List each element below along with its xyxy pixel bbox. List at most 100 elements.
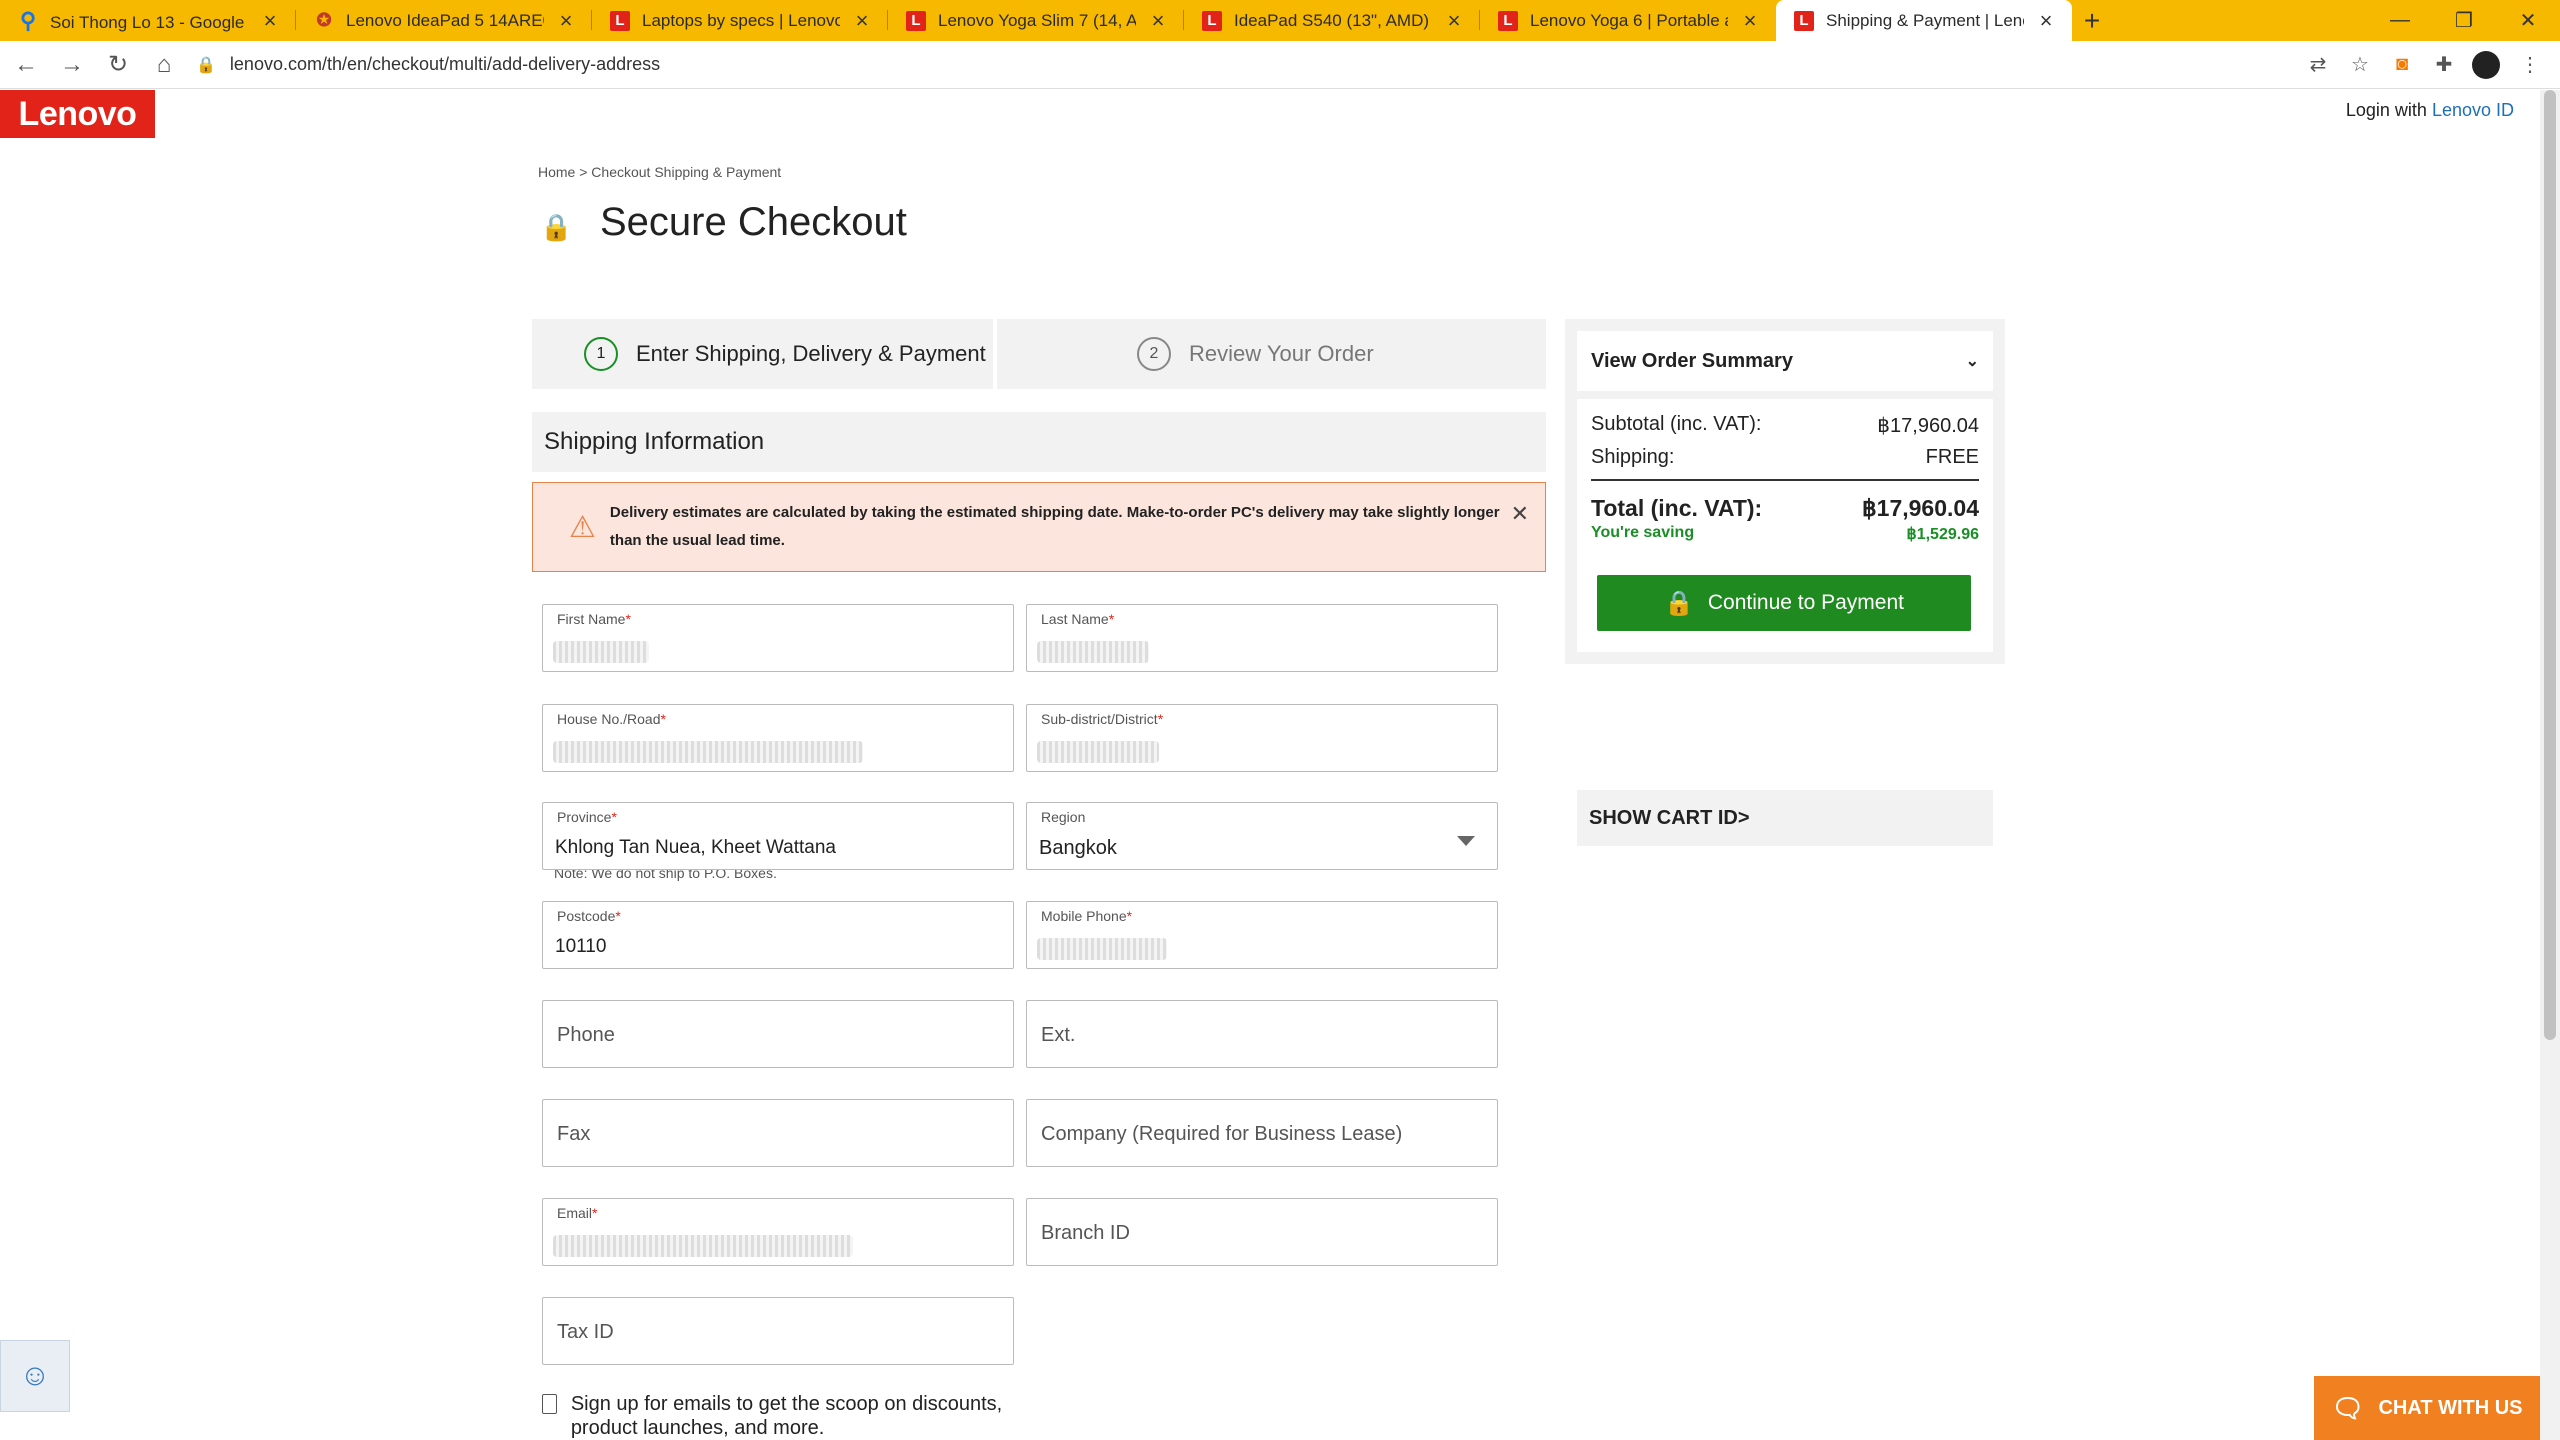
province-value: Khlong Tan Nuea, Kheet Wattana bbox=[555, 837, 836, 858]
total-label: Total (inc. VAT): bbox=[1591, 495, 1763, 521]
close-icon[interactable]: ✕ bbox=[1511, 501, 1529, 527]
last-name-field[interactable]: Last Name* bbox=[1026, 604, 1498, 672]
close-icon[interactable]: × bbox=[258, 8, 282, 34]
continue-to-payment-button[interactable]: 🔒 Continue to Payment bbox=[1597, 575, 1971, 631]
browser-tab[interactable]: L Lenovo Yoga 6 | Portable and po × bbox=[1480, 0, 1776, 41]
lenovo-icon: L bbox=[1498, 10, 1518, 31]
scrollbar-thumb[interactable] bbox=[2544, 90, 2556, 1040]
mobile-phone-field[interactable]: Mobile Phone* bbox=[1026, 901, 1498, 969]
alert-message: Delivery estimates are calculated by tak… bbox=[609, 504, 1500, 549]
close-window-icon[interactable]: ✕ bbox=[2496, 0, 2560, 41]
browser-tab-active[interactable]: L Shipping & Payment | Lenovo Th × bbox=[1776, 0, 2072, 41]
extensions-icon[interactable]: ✚ bbox=[2424, 45, 2464, 85]
reload-icon[interactable]: ↻ bbox=[98, 45, 138, 85]
page-title: Secure Checkout bbox=[600, 200, 907, 244]
first-name-field[interactable]: First Name* bbox=[542, 604, 1014, 672]
chat-with-us-button[interactable]: 🗨 CHAT WITH US bbox=[2314, 1376, 2540, 1440]
summary-heading: View Order Summary bbox=[1591, 349, 1793, 372]
tab-title: IdeaPad S540 (13", AMD) | Stylish bbox=[1234, 10, 1432, 30]
chat-label: CHAT WITH US bbox=[2378, 1396, 2523, 1419]
lenovo-icon: L bbox=[906, 10, 926, 31]
new-tab-button[interactable]: + bbox=[2072, 0, 2112, 41]
browser-tab-strip: ⚲ Soi Thong Lo 13 - Google マップ × ✪ Lenov… bbox=[0, 0, 2560, 41]
browser-tab[interactable]: L Lenovo Yoga Slim 7 (14, AMD) | S × bbox=[888, 0, 1184, 41]
company-placeholder: Company (Required for Business Lease) bbox=[1041, 1123, 1403, 1145]
field-label: Region bbox=[1041, 809, 1086, 825]
email-field[interactable]: Email* bbox=[542, 1198, 1014, 1266]
field-label: Province bbox=[557, 809, 612, 825]
login-link-area: Login with Lenovo ID bbox=[2346, 100, 2514, 121]
close-icon[interactable]: × bbox=[1738, 8, 1762, 34]
phone-field[interactable]: Phone bbox=[542, 1000, 1014, 1068]
region-value: Bangkok bbox=[1039, 837, 1117, 859]
browser-tab[interactable]: ⚲ Soi Thong Lo 13 - Google マップ × bbox=[0, 0, 296, 41]
close-icon[interactable]: × bbox=[850, 8, 874, 34]
browser-tab[interactable]: ✪ Lenovo IdeaPad 5 14ARE05 in re × bbox=[296, 0, 592, 41]
lenovo-icon: L bbox=[1794, 10, 1814, 31]
url-bar[interactable]: 🔒 lenovo.com/th/en/checkout/multi/add-de… bbox=[196, 47, 2296, 83]
close-icon[interactable]: × bbox=[1442, 8, 1466, 34]
required-mark: * bbox=[1108, 611, 1115, 627]
subdistrict-field[interactable]: Sub-district/District* bbox=[1026, 704, 1498, 772]
required-mark: * bbox=[611, 809, 617, 825]
taxid-placeholder: Tax ID bbox=[557, 1321, 614, 1343]
signup-checkbox[interactable] bbox=[542, 1394, 557, 1414]
menu-kebab-icon[interactable]: ⋮ bbox=[2510, 45, 2550, 85]
branch-id-field[interactable]: Branch ID bbox=[1026, 1198, 1498, 1266]
section-title: Shipping Information bbox=[532, 412, 1546, 472]
rss-icon[interactable]: ◙ bbox=[2382, 45, 2422, 85]
translate-icon[interactable]: ⇄ bbox=[2298, 45, 2338, 85]
close-icon[interactable]: × bbox=[2034, 8, 2058, 34]
step-number: 1 bbox=[584, 337, 618, 371]
chat-bubble-icon: 🗨 bbox=[2331, 1392, 2365, 1423]
field-label: Last Name bbox=[1041, 611, 1109, 627]
star-icon[interactable]: ☆ bbox=[2340, 45, 2380, 85]
lenovo-id-link[interactable]: Lenovo ID bbox=[2432, 100, 2514, 120]
feedback-smiley-icon[interactable]: ☺ bbox=[0, 1340, 70, 1412]
restore-icon[interactable]: ❐ bbox=[2432, 0, 2496, 41]
minimize-icon[interactable]: — bbox=[2368, 0, 2432, 41]
tax-id-field[interactable]: Tax ID bbox=[542, 1297, 1014, 1365]
lenovo-logo[interactable]: Lenovo bbox=[0, 90, 155, 138]
step-shipping: 1 Enter Shipping, Delivery & Payment bbox=[532, 319, 993, 389]
required-mark: * bbox=[592, 1205, 598, 1221]
step-label: Enter Shipping, Delivery & Payment bbox=[636, 341, 986, 366]
postcode-field[interactable]: Postcode* 10110 bbox=[542, 901, 1014, 969]
checkout-steps: 1 Enter Shipping, Delivery & Payment 2 R… bbox=[532, 319, 1546, 389]
region-select[interactable]: Region Bangkok bbox=[1026, 802, 1498, 870]
order-summary-toggle[interactable]: View Order Summary ⌄ bbox=[1577, 331, 1993, 391]
province-field[interactable]: Province* Khlong Tan Nuea, Kheet Wattana bbox=[542, 802, 1014, 870]
field-label: Mobile Phone bbox=[1041, 908, 1127, 924]
redacted-value bbox=[553, 1235, 853, 1257]
step-number: 2 bbox=[1137, 337, 1171, 371]
house-road-field[interactable]: House No./Road* bbox=[542, 704, 1014, 772]
page-scrollbar[interactable] bbox=[2540, 90, 2560, 1440]
required-mark: * bbox=[615, 908, 621, 924]
browser-tab[interactable]: L IdeaPad S540 (13", AMD) | Stylish × bbox=[1184, 0, 1480, 41]
breadcrumb[interactable]: Home > Checkout Shipping & Payment bbox=[538, 164, 781, 180]
window-controls: — ❐ ✕ bbox=[2368, 0, 2560, 41]
redacted-value bbox=[553, 741, 863, 763]
home-icon[interactable]: ⌂ bbox=[144, 45, 184, 85]
avatar[interactable] bbox=[2472, 50, 2500, 79]
lock-icon: 🔒 bbox=[196, 56, 216, 74]
saving-row: You're saving ฿1,529.96 bbox=[1591, 524, 1979, 544]
warning-icon: ⚠ bbox=[569, 510, 596, 544]
close-icon[interactable]: × bbox=[554, 8, 578, 34]
field-label: Sub-district/District bbox=[1041, 711, 1158, 727]
step-label: Review Your Order bbox=[1189, 341, 1374, 366]
close-icon[interactable]: × bbox=[1146, 8, 1170, 34]
company-field[interactable]: Company (Required for Business Lease) bbox=[1026, 1099, 1498, 1167]
ext-field[interactable]: Ext. bbox=[1026, 1000, 1498, 1068]
subtotal-label: Subtotal (inc. VAT): bbox=[1591, 413, 1762, 435]
fax-field[interactable]: Fax bbox=[542, 1099, 1014, 1167]
back-icon[interactable]: ← bbox=[6, 45, 46, 85]
field-label: Email bbox=[557, 1205, 593, 1221]
total-row: Total (inc. VAT): ฿17,960.04 bbox=[1591, 495, 1979, 522]
forward-icon[interactable]: → bbox=[52, 45, 92, 85]
show-cart-id-button[interactable]: SHOW CART ID> bbox=[1577, 790, 1993, 846]
browser-toolbar: ← → ↻ ⌂ 🔒 lenovo.com/th/en/checkout/mult… bbox=[0, 41, 2560, 89]
browser-tab[interactable]: L Laptops by specs | Lenovo Thaila × bbox=[592, 0, 888, 41]
field-label: First Name bbox=[557, 611, 626, 627]
redacted-value bbox=[1037, 741, 1159, 763]
